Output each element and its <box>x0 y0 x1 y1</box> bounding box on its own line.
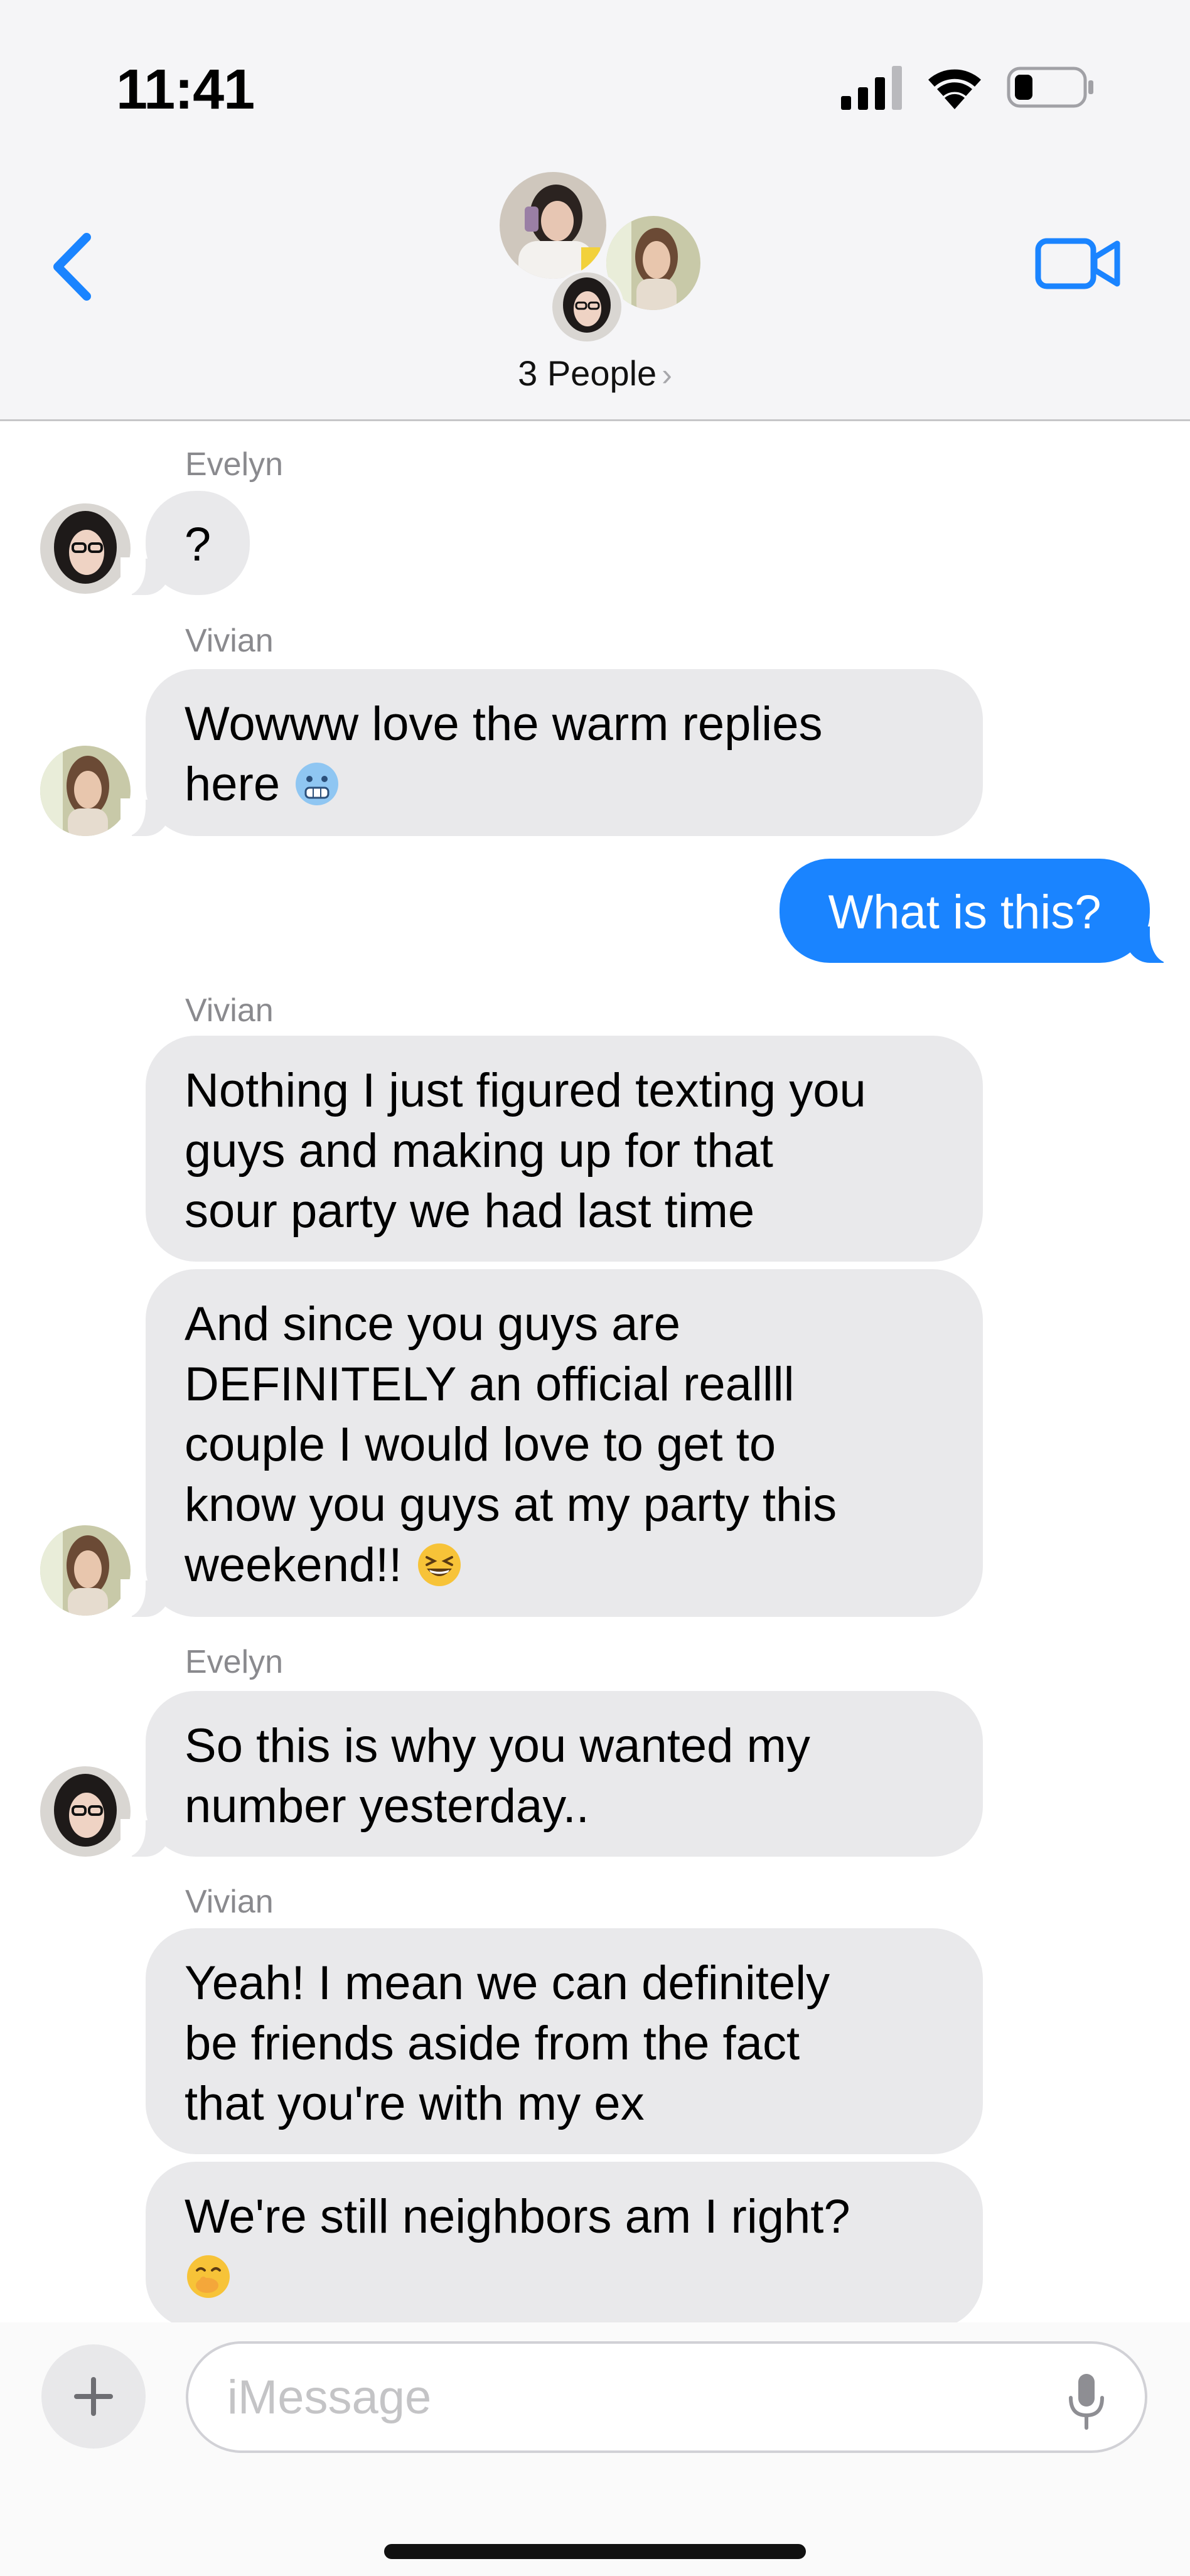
group-avatar-photo[interactable] <box>550 270 624 344</box>
sender-avatar <box>40 1525 131 1616</box>
grinning-squinting-face-emoji <box>417 1543 461 1586</box>
message-line: that you're with my ex <box>185 2077 645 2130</box>
message-bubble[interactable]: We're still neighbors am I right? <box>146 2162 983 2329</box>
message-bubble[interactable]: Wowww love the warm replies here <box>121 669 983 836</box>
conversation-header: 3 People › <box>0 157 1190 421</box>
sender-name: Vivian <box>185 992 274 1029</box>
sender-avatar <box>40 746 131 836</box>
message-text: ? <box>184 518 212 571</box>
sender-name: Vivian <box>185 623 274 659</box>
cold-face-emoji <box>296 763 339 805</box>
message-bubble[interactable]: Nothing I just figured texting you guys … <box>146 1036 983 1262</box>
message-bubble[interactable]: And since you guys are DEFINITELY an off… <box>121 1269 983 1617</box>
message-line: Nothing I just figured texting you <box>185 1064 866 1117</box>
message-line: be friends aside from the fact <box>185 2017 800 2070</box>
cellular-signal-icon <box>841 66 902 110</box>
add-attachment-button[interactable] <box>41 2344 146 2449</box>
message-line: Wowww love the warm replies <box>185 697 823 751</box>
plus-icon <box>74 2377 113 2416</box>
wifi-icon <box>928 69 981 109</box>
message-input-field[interactable] <box>186 2341 1147 2453</box>
group-title-label: 3 People <box>518 353 657 393</box>
message-line: know you guys at my party this <box>185 1478 837 1532</box>
message-bubble[interactable]: So this is why you wanted my number yest… <box>121 1691 983 1857</box>
sender-name: Vivian <box>185 1884 274 1920</box>
message-line: couple I would love to get to <box>185 1418 776 1471</box>
face-with-hand-over-mouth-emoji <box>187 2255 230 2298</box>
message-line: So this is why you wanted my <box>185 1719 810 1773</box>
sender-avatar <box>40 503 131 594</box>
status-bar: 11:41 <box>0 0 1190 157</box>
sender-name: Evelyn <box>185 1644 284 1680</box>
microphone-icon[interactable] <box>1052 2370 1121 2433</box>
sender-name: Evelyn <box>185 446 284 483</box>
message-line: number yesterday.. <box>185 1779 589 1833</box>
message-line: We're still neighbors am I right? <box>185 2190 850 2243</box>
message-bubble[interactable]: ? <box>121 491 250 595</box>
battery-icon <box>1007 67 1093 108</box>
message-bubble[interactable]: Yeah! I mean we can definitely be friend… <box>146 1928 983 2154</box>
sender-avatar <box>40 1766 131 1857</box>
message-text: What is this? <box>828 886 1102 939</box>
chevron-right-icon: › <box>662 357 672 392</box>
back-chevron-icon[interactable] <box>44 226 100 308</box>
message-line: And since you guys are <box>185 1297 681 1351</box>
message-line: DEFINITELY an official reallll <box>185 1358 795 1411</box>
group-avatar-photo[interactable] <box>497 169 609 281</box>
message-input[interactable] <box>227 2369 1043 2425</box>
home-indicator[interactable] <box>384 2544 806 2559</box>
group-title[interactable]: 3 People › <box>0 353 1190 394</box>
outgoing-message-bubble[interactable]: What is this? <box>780 859 1175 963</box>
message-line: weekend!! <box>185 1538 402 1592</box>
message-line: sour party we had last time <box>185 1184 755 1238</box>
message-line: Yeah! I mean we can definitely <box>185 1956 830 2010</box>
message-composer <box>0 2322 1190 2576</box>
message-line: guys and making up for that <box>185 1124 773 1178</box>
video-camera-icon[interactable] <box>1034 232 1122 295</box>
status-time: 11:41 <box>116 58 255 121</box>
message-line: here <box>185 758 281 811</box>
